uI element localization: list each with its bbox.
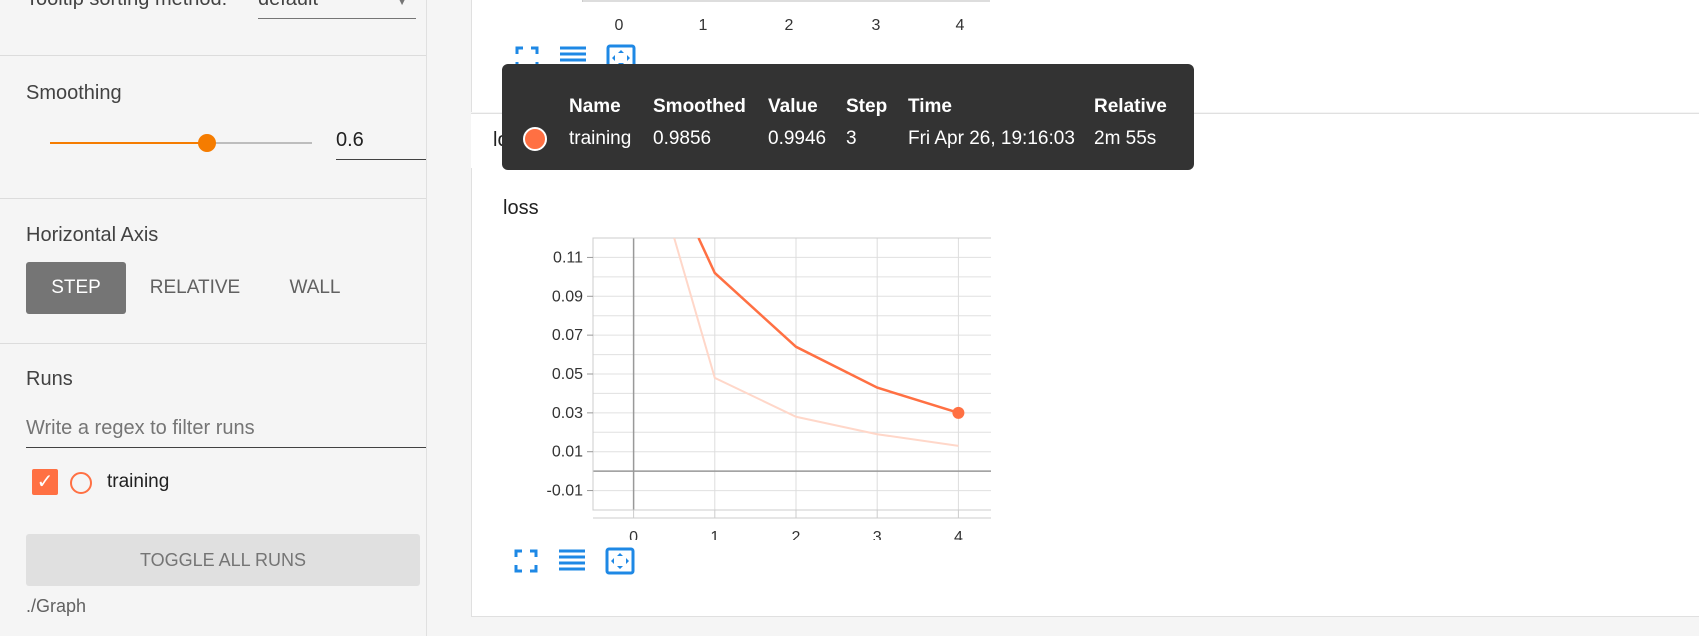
series-line-raw xyxy=(673,238,959,447)
top-x-tick: 1 xyxy=(699,17,708,34)
chart-tooltip: Name Smoothed Value Step Time Relative t… xyxy=(502,64,1194,170)
top-x-tick: 4 xyxy=(956,17,965,34)
tooltip-value: 0.9946 xyxy=(768,128,827,149)
divider xyxy=(0,198,426,199)
top-x-tick: 3 xyxy=(872,17,881,34)
tooltip-sorting-label: Tooltip sorting method: xyxy=(26,0,227,11)
series-line-smoothed xyxy=(697,238,959,415)
top-x-tick: 0 xyxy=(615,17,624,34)
x-tick-label: 3 xyxy=(873,529,882,540)
runs-label: Runs xyxy=(26,368,73,390)
data-table-icon[interactable] xyxy=(557,546,587,576)
horizontal-axis-label: Horizontal Axis xyxy=(26,224,159,246)
fullscreen-icon[interactable] xyxy=(511,546,541,576)
runs-filter-input[interactable]: Write a regex to filter runs xyxy=(26,412,426,448)
y-tick-label: 0.03 xyxy=(552,405,583,422)
tooltip-smoothed: 0.9856 xyxy=(653,128,712,149)
x-tick-label: 0 xyxy=(629,529,638,540)
highlight-point xyxy=(952,406,965,419)
top-x-tick: 2 xyxy=(785,17,794,34)
chart-title: loss xyxy=(503,197,539,219)
loss-chart[interactable]: 0 1 2 3 4 0.11 0.09 0.07 0.05 0.03 0.01 -0.01 xyxy=(471,220,991,540)
run-label: training xyxy=(107,471,170,492)
smoothing-slider-fill xyxy=(50,142,208,144)
divider xyxy=(0,343,426,344)
tooltip-step: 3 xyxy=(846,128,857,149)
toggle-all-runs-button[interactable]: TOGGLE ALL RUNS xyxy=(26,534,420,586)
tooltip-header-step: Step xyxy=(846,96,888,117)
tooltip-relative: 2m 55s xyxy=(1094,128,1157,149)
tooltip-header-time: Time xyxy=(908,96,953,117)
axis-step-button[interactable]: STEP xyxy=(26,262,126,314)
smoothing-slider-knob[interactable] xyxy=(198,134,217,152)
y-tick-label: 0.07 xyxy=(552,327,583,344)
smoothing-input[interactable]: 0.6 xyxy=(336,126,426,160)
smoothing-label: Smoothing xyxy=(26,82,122,104)
tooltip-sorting-value: default xyxy=(258,0,318,10)
smoothing-slider[interactable] xyxy=(50,134,312,152)
tooltip-header-relative: Relative xyxy=(1094,96,1167,117)
fit-domain-icon[interactable] xyxy=(605,546,635,576)
divider xyxy=(0,55,426,56)
y-tick-label: 0.05 xyxy=(552,366,583,383)
chevron-down-icon: ▼ xyxy=(396,0,408,8)
tooltip-name: training xyxy=(569,128,632,149)
y-tick-label: -0.01 xyxy=(547,483,584,500)
tooltip-run-color-icon xyxy=(523,127,547,151)
x-tick-label: 2 xyxy=(792,529,801,540)
y-tick-label: 0.01 xyxy=(552,444,583,461)
y-tick-label: 0.09 xyxy=(552,288,583,305)
axis-wall-button[interactable]: WALL xyxy=(270,262,360,314)
top-chart-x-axis: 0 1 2 3 4 xyxy=(582,0,990,34)
x-tick-label: 1 xyxy=(710,529,719,540)
axis-relative-button[interactable]: RELATIVE xyxy=(140,262,250,314)
log-dir-label: ./Graph xyxy=(26,596,87,616)
tooltip-header-value: Value xyxy=(768,96,818,117)
y-tick-label: 0.11 xyxy=(553,249,583,266)
tooltip-header-smoothed: Smoothed xyxy=(653,96,746,117)
run-checkbox[interactable]: ✓ xyxy=(32,469,58,495)
run-color-icon xyxy=(70,472,92,494)
tooltip-sorting-select[interactable]: default ▼ xyxy=(258,0,416,19)
sidebar: Tooltip sorting method: default ▼ Smooth… xyxy=(0,0,427,636)
x-tick-label: 4 xyxy=(954,529,963,540)
tooltip-time: Fri Apr 26, 19:16:03 xyxy=(908,128,1075,149)
tooltip-header-name: Name xyxy=(569,96,621,117)
